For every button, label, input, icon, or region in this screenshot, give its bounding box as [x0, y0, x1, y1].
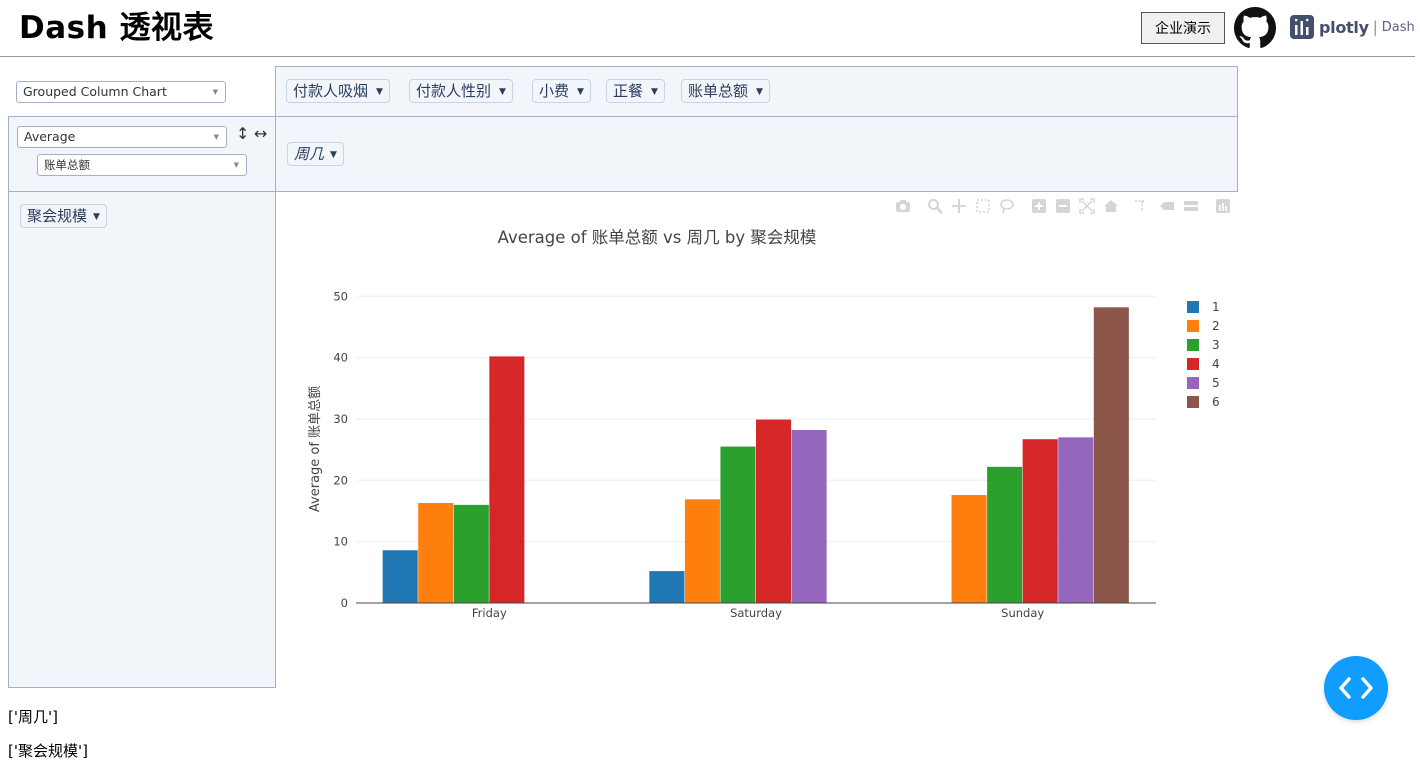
enterprise-demo-button[interactable]: 企业演示 — [1141, 12, 1225, 44]
renderer-select-value: Grouped Column Chart — [23, 84, 167, 99]
legend-swatch[interactable] — [1187, 320, 1199, 332]
y-axis-title: Average of 账单总额 — [308, 386, 323, 512]
chevron-down-icon: ▼ — [212, 88, 218, 96]
output-rows-text: ['聚会规模'] — [8, 742, 88, 760]
y-tick-label: 50 — [333, 289, 348, 303]
aggregator-value-label: 账单总额 — [44, 158, 90, 172]
bar[interactable] — [720, 446, 756, 603]
bar[interactable] — [649, 571, 685, 603]
field-pill-weekday[interactable]: 周几 ▼ — [287, 142, 344, 166]
field-pill-label: 聚会规模 — [27, 207, 88, 225]
bar[interactable] — [684, 499, 720, 603]
x-tick-label: Friday — [472, 606, 507, 620]
bar[interactable] — [1022, 439, 1058, 603]
y-tick-label: 30 — [333, 412, 348, 426]
field-pill-payer-smoker[interactable]: 付款人吸烟 ▼ — [286, 79, 390, 103]
legend-label[interactable]: 2 — [1212, 319, 1220, 333]
aggregator-value-select[interactable]: 账单总额 ▼ — [37, 154, 247, 176]
y-tick-label: 10 — [333, 535, 348, 549]
bar[interactable] — [382, 550, 418, 603]
legend-label[interactable]: 5 — [1212, 376, 1220, 390]
legend-swatch[interactable] — [1187, 377, 1199, 389]
app-header: Dash 透视表 企业演示 plotly | Dash — [0, 0, 1415, 57]
output-cols-text: ['周几'] — [8, 708, 58, 726]
field-pill-party-size[interactable]: 聚会规模 ▼ — [20, 204, 107, 228]
triangle-down-icon[interactable]: ▼ — [499, 87, 506, 97]
triangle-down-icon[interactable]: ▼ — [756, 87, 763, 97]
y-tick-label: 0 — [341, 596, 348, 610]
row-fields-area — [8, 191, 276, 688]
field-pill-label: 账单总额 — [688, 82, 749, 100]
triangle-down-icon[interactable]: ▼ — [651, 87, 658, 97]
field-pill-label: 周几 — [294, 145, 325, 163]
legend-swatch[interactable] — [1187, 301, 1199, 313]
legend-swatch[interactable] — [1187, 358, 1199, 370]
column-fields-area — [275, 116, 1238, 192]
legend-label[interactable]: 6 — [1212, 395, 1220, 409]
y-tick-label: 40 — [333, 351, 348, 365]
bar[interactable] — [1058, 437, 1094, 603]
triangle-down-icon[interactable]: ▼ — [330, 150, 337, 160]
renderer-select[interactable]: Grouped Column Chart ▼ — [16, 81, 226, 103]
triangle-down-icon[interactable]: ▼ — [577, 87, 584, 97]
code-icon — [1339, 677, 1373, 699]
dash-logo-text: Dash — [1381, 19, 1415, 35]
chevron-down-icon: ▼ — [233, 161, 239, 169]
plotly-logo-text: plotly — [1319, 17, 1369, 37]
row-sort-order-toggle[interactable]: ↕ — [236, 124, 249, 143]
field-pill-total-bill[interactable]: 账单总额 ▼ — [681, 79, 770, 103]
code-toggle-button[interactable] — [1324, 656, 1388, 720]
field-pill-label: 小费 — [539, 82, 570, 100]
field-pill-label: 正餐 — [613, 82, 644, 100]
legend: 1 2 3 4 5 6 — [1187, 300, 1220, 409]
bars — [382, 307, 1129, 603]
page-title: Dash 透视表 — [19, 10, 214, 46]
chevron-down-icon: ▼ — [213, 133, 219, 141]
bar[interactable] — [1093, 307, 1129, 603]
x-tick-label: Sunday — [1001, 606, 1044, 620]
col-sort-order-toggle[interactable]: ↔ — [254, 124, 267, 143]
logo-separator: | — [1372, 18, 1378, 36]
github-icon[interactable] — [1234, 7, 1276, 49]
field-pill-label: 付款人吸烟 — [293, 82, 369, 100]
bar[interactable] — [791, 430, 827, 603]
bar[interactable] — [987, 466, 1023, 603]
chart-title: Average of 账单总额 vs 周几 by 聚会规模 — [498, 228, 817, 247]
x-tick-label: Saturday — [730, 606, 782, 620]
bar[interactable] — [418, 503, 454, 603]
aggregator-select-value: Average — [24, 129, 76, 144]
aggregator-select[interactable]: Average ▼ — [17, 126, 227, 148]
plotly-logo-icon — [1290, 15, 1314, 39]
legend-swatch[interactable] — [1187, 339, 1199, 351]
legend-label[interactable]: 3 — [1212, 338, 1220, 352]
plotly-dash-logo[interactable]: plotly | Dash — [1290, 14, 1415, 40]
y-tick-label: 20 — [333, 473, 348, 487]
bar[interactable] — [489, 356, 525, 603]
legend-label[interactable]: 1 — [1212, 300, 1220, 314]
bar[interactable] — [756, 419, 792, 603]
bar[interactable] — [951, 495, 987, 603]
legend-label[interactable]: 4 — [1212, 357, 1220, 371]
field-pill-payer-sex[interactable]: 付款人性别 ▼ — [409, 79, 513, 103]
bar[interactable] — [453, 504, 489, 603]
field-pill-dinner[interactable]: 正餐 ▼ — [606, 79, 665, 103]
field-pill-label: 付款人性别 — [416, 82, 492, 100]
legend-swatch[interactable] — [1187, 396, 1199, 408]
triangle-down-icon[interactable]: ▼ — [376, 87, 383, 97]
field-pill-tip[interactable]: 小费 ▼ — [532, 79, 591, 103]
triangle-down-icon[interactable]: ▼ — [93, 212, 100, 222]
grouped-column-chart: 0 10 20 30 40 50 Friday Saturday Sunday 1 2 3 4 5 6 A… — [308, 228, 1220, 620]
